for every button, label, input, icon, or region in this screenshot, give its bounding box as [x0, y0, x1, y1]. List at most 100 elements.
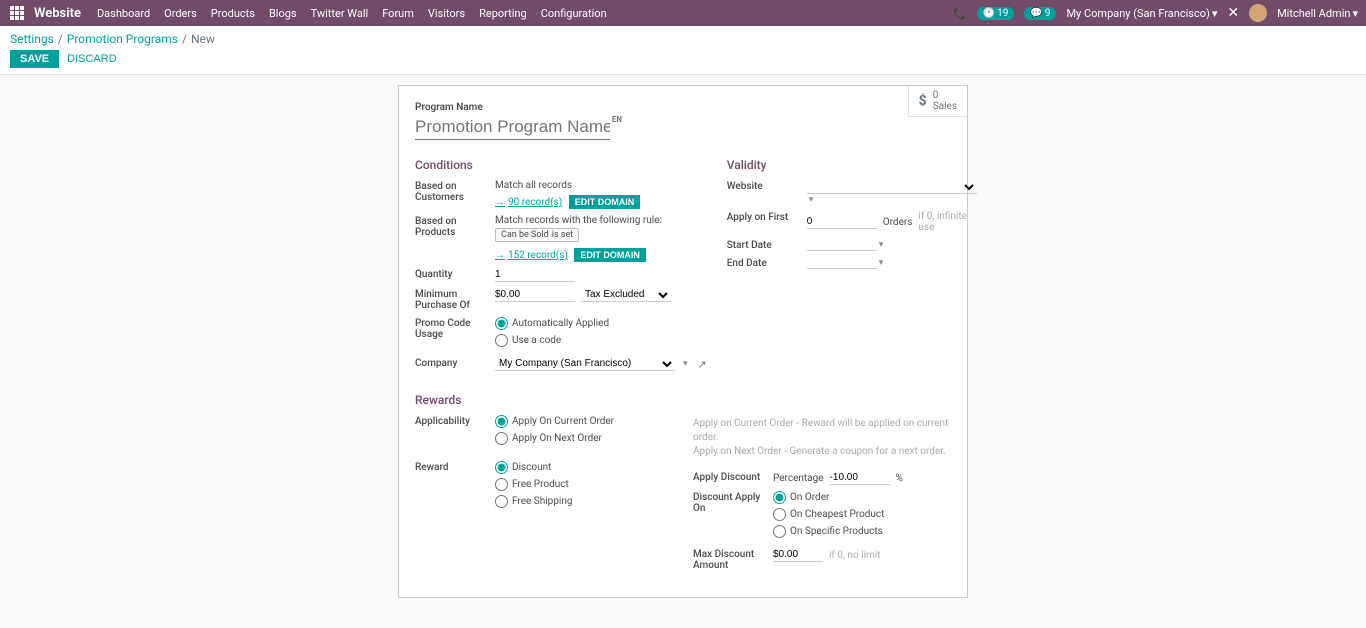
min-purchase-input[interactable] — [495, 288, 575, 302]
on-specific-label: On Specific Products — [790, 526, 883, 537]
quantity-input[interactable] — [495, 268, 575, 282]
messages-count: 9 — [1045, 8, 1051, 19]
edit-domain-customers[interactable]: Edit Domain — [569, 195, 641, 209]
sales-stat-button[interactable]: $ 0 Sales — [908, 86, 967, 117]
nav-reporting[interactable]: Reporting — [479, 7, 527, 20]
breadcrumb-promotion[interactable]: Promotion Programs — [67, 32, 178, 46]
nav-forum[interactable]: Forum — [382, 7, 414, 20]
promo-code-label: Use a code — [512, 335, 561, 346]
company-caret[interactable]: ▾ — [683, 359, 688, 369]
applicability-hint: Apply on Current Order - Reward will be … — [693, 415, 951, 459]
promo-auto-label: Automatically Applied — [512, 318, 609, 329]
nav-products[interactable]: Products — [211, 7, 255, 20]
on-cheapest-label: On Cheapest Product — [790, 509, 884, 520]
label-apply-first: Apply on First — [727, 211, 807, 223]
discard-button[interactable]: Discard — [67, 53, 117, 65]
nav-menu: Dashboard Orders Products Blogs Twitter … — [97, 7, 607, 20]
action-bar: Save Discard — [10, 50, 1356, 68]
program-name-label: Program Name — [415, 102, 951, 113]
user-menu[interactable]: Mitchell Admin ▾ — [1277, 7, 1358, 20]
end-date-caret[interactable]: ▾ — [879, 258, 884, 268]
company-name: My Company (San Francisco) — [1066, 7, 1209, 20]
phone-icon[interactable]: 📞 — [953, 7, 967, 20]
end-date-input[interactable] — [807, 257, 877, 269]
apply-next-radio[interactable] — [495, 432, 508, 445]
website-caret[interactable]: ▾ — [809, 195, 814, 205]
nav-dashboard[interactable]: Dashboard — [97, 7, 150, 20]
discount-value-input[interactable] — [830, 471, 890, 485]
label-apply-discount: Apply Discount — [693, 471, 773, 483]
on-order-label: On Order — [790, 492, 829, 503]
nav-visitors[interactable]: Visitors — [428, 7, 465, 20]
breadcrumb: Settings / Promotion Programs / New — [10, 32, 1356, 46]
rule-pill: Can be Sold is set — [495, 228, 579, 242]
reward-product-label: Free Product — [512, 479, 569, 490]
apps-icon[interactable] — [8, 4, 26, 22]
form-sheet: $ 0 Sales Program Name EN Conditions Bas… — [398, 85, 968, 598]
subbar: Settings / Promotion Programs / New Save… — [0, 26, 1366, 75]
user-name: Mitchell Admin — [1277, 7, 1350, 20]
topbar-right: 📞 🕐 19 💬 9 My Company (San Francisco) ▾ … — [953, 4, 1358, 22]
customers-records-link[interactable]: 90 record(s) — [495, 197, 562, 208]
max-discount-hint: if 0, no limit — [829, 550, 881, 561]
external-link-icon[interactable]: ↗ — [698, 358, 707, 371]
label-based-products: Based on Products — [415, 215, 495, 238]
dollar-icon: $ — [919, 93, 927, 109]
nav-configuration[interactable]: Configuration — [541, 7, 607, 20]
reward-discount-label: Discount — [512, 462, 551, 473]
website-select[interactable] — [807, 180, 977, 194]
company-select[interactable]: My Company (San Francisco) — [495, 357, 675, 371]
label-min-purchase: Minimum Purchase Of — [415, 288, 495, 311]
edit-domain-products[interactable]: Edit Domain — [574, 248, 646, 262]
label-promo-code: Promo Code Usage — [415, 317, 495, 340]
topbar: Website Dashboard Orders Products Blogs … — [0, 0, 1366, 26]
breadcrumb-current: New — [191, 32, 215, 46]
messages-badge[interactable]: 💬 9 — [1024, 7, 1056, 20]
breadcrumb-settings[interactable]: Settings — [10, 32, 54, 46]
label-reward: Reward — [415, 461, 495, 473]
start-date-input[interactable] — [807, 239, 877, 251]
discount-type: Percentage — [773, 473, 824, 484]
promo-code-radio[interactable] — [495, 334, 508, 347]
avatar[interactable] — [1249, 4, 1267, 22]
label-based-customers: Based on Customers — [415, 180, 495, 203]
apply-first-suffix: Orders — [883, 217, 913, 228]
reward-discount-radio[interactable] — [495, 461, 508, 474]
max-discount-input[interactable] — [773, 548, 823, 562]
apply-first-hint: if 0, infinite use — [918, 211, 976, 233]
apply-next-label: Apply On Next Order — [512, 433, 602, 444]
apply-first-input[interactable] — [807, 215, 877, 229]
tax-select[interactable]: Tax Excluded — [581, 288, 671, 302]
on-cheapest-radio[interactable] — [773, 508, 786, 521]
label-website: Website — [727, 180, 807, 192]
close-icon[interactable]: ✕ — [1227, 5, 1239, 21]
promo-auto-radio[interactable] — [495, 317, 508, 330]
apply-current-radio[interactable] — [495, 415, 508, 428]
save-button[interactable]: Save — [10, 50, 59, 68]
products-records-link[interactable]: 152 record(s) — [495, 250, 568, 261]
label-end-date: End Date — [727, 257, 807, 269]
brand[interactable]: Website — [26, 6, 97, 21]
company-switcher[interactable]: My Company (San Francisco) ▾ — [1066, 7, 1217, 20]
reward-shipping-radio[interactable] — [495, 495, 508, 508]
nav-blogs[interactable]: Blogs — [269, 7, 297, 20]
on-specific-radio[interactable] — [773, 525, 786, 538]
program-name-input[interactable] — [415, 115, 610, 139]
start-date-caret[interactable]: ▾ — [879, 240, 884, 250]
label-start-date: Start Date — [727, 239, 807, 251]
lang-badge[interactable]: EN — [612, 115, 622, 124]
nav-orders[interactable]: Orders — [164, 7, 197, 20]
reward-product-radio[interactable] — [495, 478, 508, 491]
activity-count: 19 — [997, 8, 1008, 19]
sales-count: 0 — [933, 90, 957, 101]
on-order-radio[interactable] — [773, 491, 786, 504]
activity-badge[interactable]: 🕐 19 — [977, 7, 1015, 20]
section-rewards: Rewards — [415, 393, 951, 407]
nav-twitter[interactable]: Twitter Wall — [311, 7, 369, 20]
sales-label: Sales — [933, 101, 957, 112]
label-applicability: Applicability — [415, 415, 495, 427]
label-company: Company — [415, 357, 495, 369]
label-max-discount: Max Discount Amount — [693, 548, 773, 571]
discount-pct-suffix: % — [896, 473, 903, 484]
label-quantity: Quantity — [415, 268, 495, 280]
